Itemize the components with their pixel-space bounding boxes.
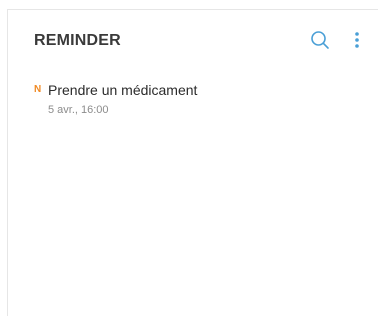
reminder-list-item[interactable]: N Prendre un médicament 5 avr., 16:00 (34, 82, 354, 126)
app-panel: REMINDER N Prendre un médicament 5 avr.,… (7, 9, 378, 316)
reminder-time: 5 avr., 16:00 (48, 104, 109, 116)
search-icon (311, 31, 329, 49)
new-badge: N (34, 84, 42, 95)
app-header: REMINDER (8, 10, 378, 66)
more-options-button[interactable] (350, 28, 364, 52)
reminder-title: Prendre un médicament (48, 82, 198, 98)
page-title: REMINDER (34, 32, 121, 49)
search-button[interactable] (308, 28, 332, 52)
more-vertical-icon (355, 32, 359, 48)
